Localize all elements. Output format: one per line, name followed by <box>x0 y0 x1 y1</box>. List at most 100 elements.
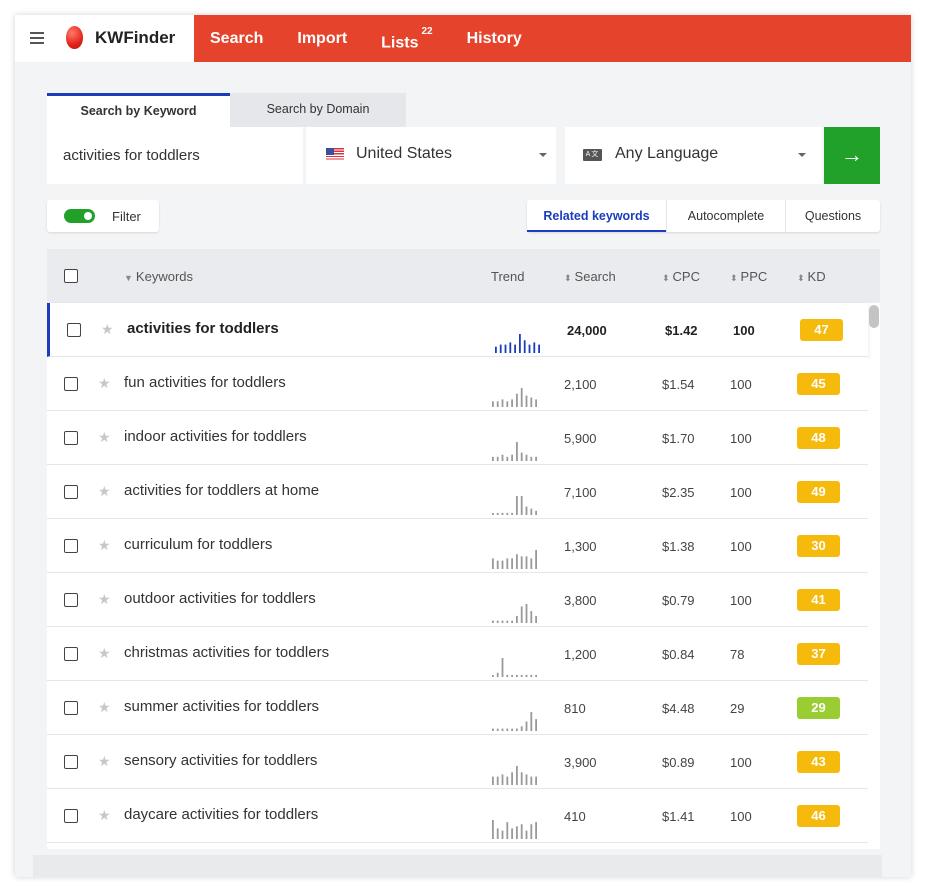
ppc-cell: 100 <box>733 323 755 338</box>
row-checkbox[interactable] <box>64 809 78 823</box>
keyword-cell[interactable]: christmas activities for toddlers <box>124 644 329 661</box>
table-row[interactable]: ★ activities for toddlers 24,000 $1.42 100 47 <box>47 303 868 357</box>
ppc-cell: 100 <box>730 755 752 770</box>
keyword-cell[interactable]: activities for toddlers <box>127 320 279 337</box>
table-row[interactable]: ★ activities for toddlers at home 7,100 $2.… <box>47 465 868 519</box>
row-checkbox[interactable] <box>64 539 78 553</box>
row-checkbox[interactable] <box>64 593 78 607</box>
keyword-cell[interactable]: activities for toddlers at home <box>124 482 319 499</box>
tab-related-keywords[interactable]: Related keywords <box>527 200 667 232</box>
star-icon[interactable]: ★ <box>98 375 111 392</box>
table-scrollbar[interactable] <box>869 305 879 328</box>
cpc-cell: $1.38 <box>662 539 695 554</box>
search-go-button[interactable]: → <box>824 127 880 184</box>
tab-search-by-domain[interactable]: Search by Domain <box>230 93 406 127</box>
nav-import-label: Import <box>297 30 348 47</box>
trend-bar <box>495 346 497 353</box>
location-select[interactable]: United States <box>306 127 556 184</box>
search-volume-cell: 1,300 <box>564 539 597 554</box>
star-icon[interactable]: ★ <box>98 429 111 446</box>
table-row[interactable]: ★ christmas activities for toddlers 1,200 $… <box>47 627 868 681</box>
trend-bar <box>492 674 494 677</box>
table-row[interactable]: ★ indoor activities for toddlers 5,900 $1.7… <box>47 411 868 465</box>
star-icon[interactable]: ★ <box>98 699 111 716</box>
nav-lists[interactable]: Lists22 <box>381 15 432 62</box>
header-keywords[interactable]: ▼ Keywords <box>124 269 193 284</box>
star-icon[interactable]: ★ <box>98 753 111 770</box>
trend-bar <box>492 728 494 731</box>
keyword-cell[interactable]: daycare activities for toddlers <box>124 806 318 823</box>
table-row[interactable]: ★ daycare activities for toddlers 410 $1.41… <box>47 789 868 843</box>
star-icon[interactable]: ★ <box>98 483 111 500</box>
search-volume-cell: 810 <box>564 701 586 716</box>
nav-search-label: Search <box>210 30 264 47</box>
row-checkbox[interactable] <box>64 431 78 445</box>
language-select[interactable]: A文 Any Language <box>565 127 822 184</box>
star-icon[interactable]: ★ <box>98 645 111 662</box>
trend-bar <box>492 558 494 569</box>
row-checkbox[interactable] <box>67 323 81 337</box>
row-checkbox[interactable] <box>64 701 78 715</box>
tab-questions[interactable]: Questions <box>786 200 880 232</box>
trend-bar <box>528 344 531 353</box>
hamburger-menu-icon[interactable] <box>30 32 44 44</box>
star-icon[interactable]: ★ <box>101 321 114 338</box>
kd-badge: 46 <box>797 805 840 827</box>
trend-bar <box>516 393 518 407</box>
kwfinder-logo-icon <box>66 26 83 49</box>
header-kd[interactable]: ⬍ KD <box>797 269 826 284</box>
trend-bar <box>525 830 528 839</box>
cpc-cell: $1.41 <box>662 809 695 824</box>
nav-import[interactable]: Import <box>297 15 347 62</box>
keyword-cell[interactable]: sensory activities for toddlers <box>124 752 317 769</box>
star-icon[interactable]: ★ <box>98 537 111 554</box>
keyword-source-tabs: Related keywords Autocomplete Questions <box>527 200 880 232</box>
keyword-cell[interactable]: summer activities for toddlers <box>124 698 319 715</box>
tab-autocomplete[interactable]: Autocomplete <box>667 200 786 232</box>
filter-toggle-button[interactable]: Filter <box>47 200 159 232</box>
header-search[interactable]: ⬍ Search <box>564 269 616 284</box>
header-cpc[interactable]: ⬍ CPC <box>662 269 700 284</box>
row-checkbox[interactable] <box>64 755 78 769</box>
sort-icon: ⬍ <box>662 273 670 283</box>
keyword-input[interactable] <box>47 127 303 184</box>
keyword-cell[interactable]: outdoor activities for toddlers <box>124 590 316 607</box>
trend-bar <box>530 712 533 731</box>
language-value: Any Language <box>615 145 719 162</box>
nav-history[interactable]: History <box>467 15 522 62</box>
filter-toggle-switch[interactable] <box>64 209 95 223</box>
table-row[interactable]: ★ outdoor activities for toddlers 3,800 $0.… <box>47 573 868 627</box>
trend-bar <box>520 496 523 515</box>
row-checkbox[interactable] <box>64 485 78 499</box>
star-icon[interactable]: ★ <box>98 807 111 824</box>
keyword-cell[interactable]: curriculum for toddlers <box>124 536 272 553</box>
trend-sparkline <box>492 604 537 623</box>
keyword-cell[interactable]: fun activities for toddlers <box>124 374 286 391</box>
tab-search-by-keyword[interactable]: Search by Keyword <box>47 93 230 127</box>
kd-badge: 41 <box>797 589 840 611</box>
table-row[interactable]: ★ curriculum for toddlers 1,300 $1.38 100 30 <box>47 519 868 573</box>
trend-bar <box>520 824 523 839</box>
header-ppc[interactable]: ⬍ PPC <box>730 269 767 284</box>
table-row[interactable]: ★ summer activities for toddlers 810 $4.48 2… <box>47 681 868 735</box>
trend-bar <box>496 560 499 569</box>
ppc-cell: 100 <box>730 485 752 500</box>
keyword-cell[interactable]: indoor activities for toddlers <box>124 428 307 445</box>
table-row[interactable]: ★ sensory activities for toddlers 3,900 $0.… <box>47 735 868 789</box>
row-checkbox[interactable] <box>64 647 78 661</box>
trend-bar <box>492 776 494 785</box>
trend-bar <box>535 456 537 461</box>
trend-bar <box>525 506 528 515</box>
trend-bar <box>535 776 537 785</box>
trend-bar <box>506 456 509 461</box>
table-row[interactable]: ★ fun activities for toddlers 2,100 $1.54 10… <box>47 357 868 411</box>
star-icon[interactable]: ★ <box>98 591 111 608</box>
trend-bar <box>501 774 504 785</box>
trend-bar <box>525 556 528 569</box>
nav-search[interactable]: Search <box>210 15 263 62</box>
cpc-cell: $1.42 <box>665 323 698 338</box>
row-checkbox[interactable] <box>64 377 78 391</box>
app-window: KWFinder Search Import Lists22 History S… <box>15 15 911 877</box>
select-all-checkbox[interactable] <box>64 269 78 283</box>
trend-bar <box>504 344 507 353</box>
